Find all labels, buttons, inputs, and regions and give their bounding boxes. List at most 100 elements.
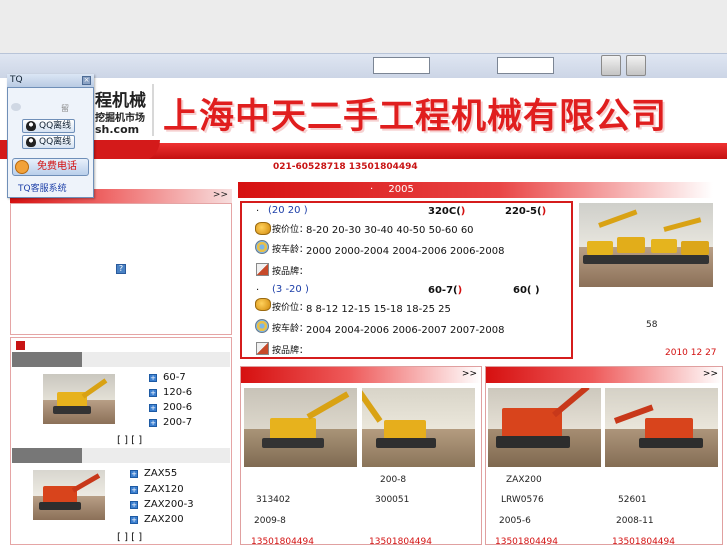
age-label: 按车龄： xyxy=(272,324,309,334)
excavator-photo[interactable] xyxy=(43,374,115,424)
item-serial: 300051 xyxy=(375,495,410,505)
banner-divider xyxy=(152,84,154,136)
top-band xyxy=(0,0,727,53)
model-link-a[interactable]: 320C() xyxy=(428,206,465,217)
model-a-close: ) xyxy=(457,285,463,296)
count-label: 58 xyxy=(646,320,658,330)
item-phone[interactable]: 13501804494 xyxy=(495,537,558,545)
item-code: 52601 xyxy=(618,495,647,505)
plus-icon: + xyxy=(130,516,138,524)
excavator-photo[interactable] xyxy=(244,388,357,467)
section-tab xyxy=(238,182,713,198)
item-date: 2009-8 xyxy=(254,516,286,526)
plus-icon: + xyxy=(130,501,138,509)
item-date: 2005-6 xyxy=(499,516,531,526)
model-b: 220-5( xyxy=(505,206,542,217)
featured-photo[interactable] xyxy=(579,203,713,287)
item-phone[interactable]: 13501804494 xyxy=(251,537,314,545)
more-link[interactable]: >> xyxy=(213,190,228,200)
more-link[interactable]: >> xyxy=(462,369,477,379)
speaker-icon xyxy=(11,103,21,111)
plus-icon: + xyxy=(130,470,138,478)
model-link-b[interactable]: 220-5() xyxy=(505,206,546,217)
plus-icon: + xyxy=(149,419,157,427)
tq-footer[interactable]: TQ客服系统 xyxy=(18,181,67,194)
tq-title[interactable]: TQ xyxy=(7,74,94,88)
range-label[interactable]: (20 20 ) xyxy=(268,205,308,216)
item-phone[interactable]: 13501804494 xyxy=(612,537,675,545)
gear-icon xyxy=(255,319,269,333)
plus-icon: + xyxy=(130,486,138,494)
item-phone[interactable]: 13501804494 xyxy=(369,537,432,545)
tab-year: 2005 xyxy=(388,184,414,195)
item-model: ZAX200 xyxy=(506,475,542,485)
qq-button-1[interactable]: QQ离线 xyxy=(22,119,75,133)
plus-icon: + xyxy=(149,404,157,412)
close-icon[interactable]: × xyxy=(82,76,91,85)
price-label: 按价位： xyxy=(272,225,309,235)
item-model: 200-8 xyxy=(380,475,407,485)
qq-icon xyxy=(26,121,36,131)
brand-icon xyxy=(256,342,269,355)
bullet: · xyxy=(256,206,260,217)
excavator-photo[interactable] xyxy=(362,388,475,467)
model-a: 320C( xyxy=(428,206,461,217)
tab-dot: · xyxy=(370,184,374,195)
listing-box-right-header: >> xyxy=(486,367,722,383)
age-label: 按车龄： xyxy=(272,245,309,255)
reset-button[interactable] xyxy=(626,55,646,76)
pager[interactable]: [ ] [ ] xyxy=(117,532,142,543)
logo-line2: 挖掘机市场 xyxy=(95,113,145,124)
gear-icon xyxy=(255,240,269,254)
model-a-close: ) xyxy=(460,206,466,217)
price-options[interactable]: 8 8-12 12-15 15-18 18-25 25 xyxy=(306,304,451,315)
model-link-b[interactable]: 60( ) xyxy=(513,285,540,296)
search-input-2[interactable] xyxy=(497,57,554,74)
model-link[interactable]: ZAX200 xyxy=(144,514,184,525)
banner-title: 上海中天二手工程机械有限公司 xyxy=(163,96,668,137)
phone-line: 021-60528718 13501804494 xyxy=(273,162,418,172)
excavator-photo[interactable] xyxy=(488,388,601,467)
plus-icon: + xyxy=(149,374,157,382)
model-link[interactable]: ZAX120 xyxy=(144,484,184,495)
model-link[interactable]: ZAX55 xyxy=(144,468,177,479)
qq-button-2[interactable]: QQ离线 xyxy=(22,135,75,149)
money-icon xyxy=(255,298,271,311)
date-label: 2010 12 27 xyxy=(665,348,717,358)
money-icon xyxy=(255,222,271,235)
excavator-photo[interactable] xyxy=(605,388,718,467)
model-link-a[interactable]: 60-7() xyxy=(428,285,462,296)
brand-icon xyxy=(256,263,269,276)
tab-label[interactable]: · 2005 xyxy=(370,184,414,195)
item-code: 313402 xyxy=(256,495,291,505)
model-b-close: ) xyxy=(541,206,547,217)
question-icon[interactable]: ? xyxy=(116,264,126,274)
model-link[interactable]: ZAX200-3 xyxy=(144,499,194,510)
age-options[interactable]: 2004 2004-2006 2006-2007 2007-2008 xyxy=(306,325,505,336)
brand-label: 按品牌： xyxy=(272,346,309,356)
qq-status: QQ离线 xyxy=(39,137,72,147)
tq-side-label: 留 xyxy=(61,104,69,113)
excavator-photo[interactable] xyxy=(33,470,105,520)
arrow-icon xyxy=(16,341,25,350)
logo-line1: 程机械 xyxy=(95,91,146,111)
more-link[interactable]: >> xyxy=(703,369,718,379)
search-button[interactable] xyxy=(601,55,621,76)
bullet: · xyxy=(256,285,260,296)
pager[interactable]: [ ] [ ] xyxy=(117,435,142,446)
model-link[interactable]: 120-6 xyxy=(163,387,192,398)
qq-icon xyxy=(26,137,36,147)
item-code: LRW0576 xyxy=(501,495,544,505)
logo-line3: sh.com xyxy=(95,123,140,136)
range-label[interactable]: (3 -20 ) xyxy=(272,284,309,295)
group-1-header xyxy=(12,352,230,367)
age-options[interactable]: 2000 2000-2004 2004-2006 2006-2008 xyxy=(306,246,505,257)
model-a: 60-7( xyxy=(428,285,458,296)
qq-status: QQ离线 xyxy=(39,121,72,131)
phone-icon xyxy=(15,160,29,174)
model-link[interactable]: 60-7 xyxy=(163,372,186,383)
model-link[interactable]: 200-7 xyxy=(163,417,192,428)
price-options[interactable]: 8-20 20-30 30-40 40-50 50-60 60 xyxy=(306,225,474,236)
search-input-1[interactable] xyxy=(373,57,430,74)
model-link[interactable]: 200-6 xyxy=(163,402,192,413)
